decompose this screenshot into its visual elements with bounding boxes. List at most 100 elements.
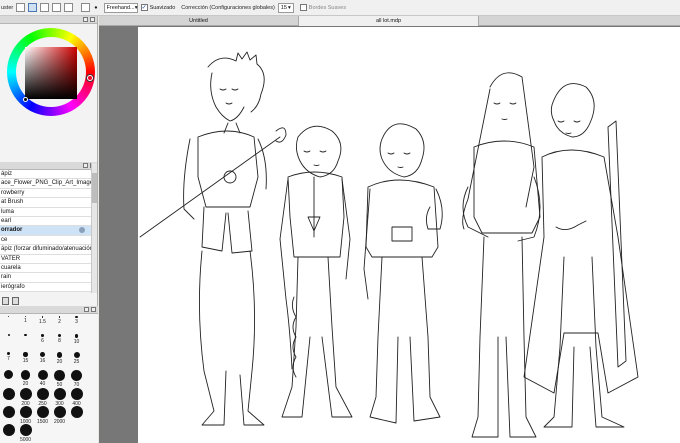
brush-size-option[interactable]: 1500 [34, 406, 51, 425]
tool-item-label: cuarela [1, 264, 21, 271]
brush-size-label: 3 [75, 319, 78, 326]
color-marker[interactable] [23, 97, 28, 102]
saturation-value-square[interactable] [25, 47, 77, 99]
panel-maximize-icon[interactable] [84, 307, 89, 312]
brush-size-option[interactable]: 7 [0, 352, 17, 362]
brush-texture-icon[interactable] [64, 3, 74, 12]
delete-tool-icon[interactable] [12, 296, 19, 305]
brush-size-option[interactable]: 3 [68, 316, 85, 325]
tool-item[interactable]: ápiz [0, 170, 97, 180]
panel-maximize-icon[interactable] [83, 163, 88, 168]
brush-shape-flat-icon[interactable] [52, 3, 62, 12]
brush-size-option[interactable] [17, 334, 34, 337]
brush-size-option[interactable]: 2 [51, 316, 68, 325]
tool-item-label: ace_Flower_PNG_Clip_Art_Image [1, 180, 94, 187]
brush-size-label: 15 [22, 357, 29, 364]
brush-size-option[interactable]: 25 [68, 352, 85, 365]
brush-shape-soft-icon[interactable] [40, 3, 50, 12]
toolbar-leading-text: uster [1, 4, 14, 11]
brush-size-dot [56, 352, 63, 358]
tool-item[interactable]: luma [0, 208, 97, 217]
brush-size-label: 10 [73, 338, 80, 345]
brush-size-option[interactable]: 5000 [17, 424, 34, 443]
brush-size-dot [73, 352, 80, 358]
brush-size-option[interactable]: 70 [68, 370, 85, 388]
brush-size-option[interactable]: 20 [17, 370, 34, 387]
brush-size-option[interactable]: 200 [17, 388, 34, 407]
brush-size-dot [53, 406, 66, 418]
brush-size-option[interactable]: 250 [34, 388, 51, 407]
tool-item[interactable]: rowberry [0, 189, 97, 199]
brush-size-option[interactable]: 1 [17, 316, 34, 324]
sketch-figure-2 [279, 125, 353, 418]
brush-size-dot [8, 316, 9, 317]
tool-item[interactable]: cuarela [0, 264, 97, 274]
drawing-canvas[interactable] [138, 27, 680, 443]
brush-size-label: 20 [22, 380, 29, 387]
brush-size-option[interactable]: 400 [68, 388, 85, 407]
hue-marker[interactable] [87, 75, 93, 81]
brush-size-option[interactable]: 50 [51, 370, 68, 388]
tool-item[interactable]: VATER [0, 255, 97, 264]
brush-size-option[interactable]: 6 [34, 334, 51, 344]
correction-select[interactable]: 15 ▾ [277, 2, 294, 13]
brush-size-option[interactable]: 16 [34, 352, 51, 364]
tool-item[interactable]: ápiz (forzar difuminado/atenuación [0, 245, 97, 255]
brush-size-dot [2, 424, 15, 436]
tool-item[interactable]: ace_Flower_PNG_Clip_Art_Image [0, 179, 97, 189]
tool-properties-toolbar: uster ● Freehand... ▾ ✓ Suavizado Correc… [0, 0, 680, 16]
soft-edges-checkbox[interactable] [299, 4, 307, 11]
tool-item[interactable]: rain [0, 273, 97, 283]
tool-item-label: orrador [1, 227, 23, 234]
tool-item[interactable]: ce [0, 236, 97, 246]
scroll-thumb[interactable] [92, 173, 97, 203]
brush-size-option[interactable]: 300 [51, 388, 68, 407]
blend-icon[interactable] [81, 3, 91, 12]
brush-size-option[interactable] [0, 406, 17, 419]
brush-size-option[interactable]: 15 [17, 352, 34, 364]
brush-size-dot [24, 334, 27, 337]
tool-item[interactable]: orrador [0, 226, 97, 236]
tool-item[interactable]: ierógrafo [0, 283, 97, 293]
character-lineup-sketch [139, 51, 639, 438]
correction-label: Corrección (Configuraciones globales) [181, 4, 275, 11]
brush-size-option[interactable] [0, 424, 17, 437]
tool-item[interactable]: at Brush [0, 198, 97, 208]
brush-size-option[interactable]: 40 [34, 370, 51, 387]
chevron-down-icon: ▾ [134, 4, 138, 11]
chevron-down-icon: ▾ [288, 4, 291, 11]
document-tab[interactable]: Untitled [99, 16, 299, 26]
tool-item-label: rowberry [1, 189, 25, 196]
brush-size-option[interactable]: 2000 [51, 406, 68, 425]
tool-item-label: ápiz (forzar difuminado/atenuación [1, 246, 94, 253]
brush-size-dot [74, 334, 79, 338]
brush-shape-square-icon[interactable] [16, 3, 26, 12]
brush-size-option[interactable]: 10 [68, 334, 85, 345]
sketch-figure-5 [523, 83, 639, 428]
brush-size-option[interactable] [0, 334, 17, 337]
panel-close-icon[interactable] [90, 17, 95, 22]
copy-tool-icon[interactable] [2, 296, 9, 305]
smoothing-checkbox[interactable]: ✓ [140, 4, 148, 11]
brush-size-dot [58, 316, 61, 318]
brush-shape-round-icon[interactable] [28, 3, 38, 12]
brush-size-option[interactable] [0, 370, 17, 380]
brush-size-option[interactable] [68, 406, 85, 419]
gear-icon[interactable] [79, 227, 85, 234]
brush-size-option[interactable]: 8 [51, 334, 68, 344]
brush-size-dot [41, 316, 44, 318]
brush-size-option[interactable] [0, 316, 17, 318]
tool-list-scrollbar[interactable] [91, 163, 97, 293]
panel-maximize-icon[interactable] [83, 17, 88, 22]
stabilizer-mode-select[interactable]: Freehand... ▾ [103, 2, 138, 13]
brush-size-option[interactable] [0, 388, 17, 401]
document-tab[interactable]: all lot.mdp [299, 16, 479, 26]
brush-size-option[interactable]: 1000 [17, 406, 34, 425]
panel-close-icon[interactable] [91, 307, 96, 312]
sketch-figure-1 [139, 51, 287, 426]
document-tabs: Untitled all lot.mdp [99, 16, 680, 26]
brush-size-option[interactable]: 1.5 [34, 316, 51, 325]
tool-item[interactable]: earl [0, 217, 97, 227]
brush-size-label: 2000 [53, 419, 66, 425]
brush-size-option[interactable]: 20 [51, 352, 68, 365]
